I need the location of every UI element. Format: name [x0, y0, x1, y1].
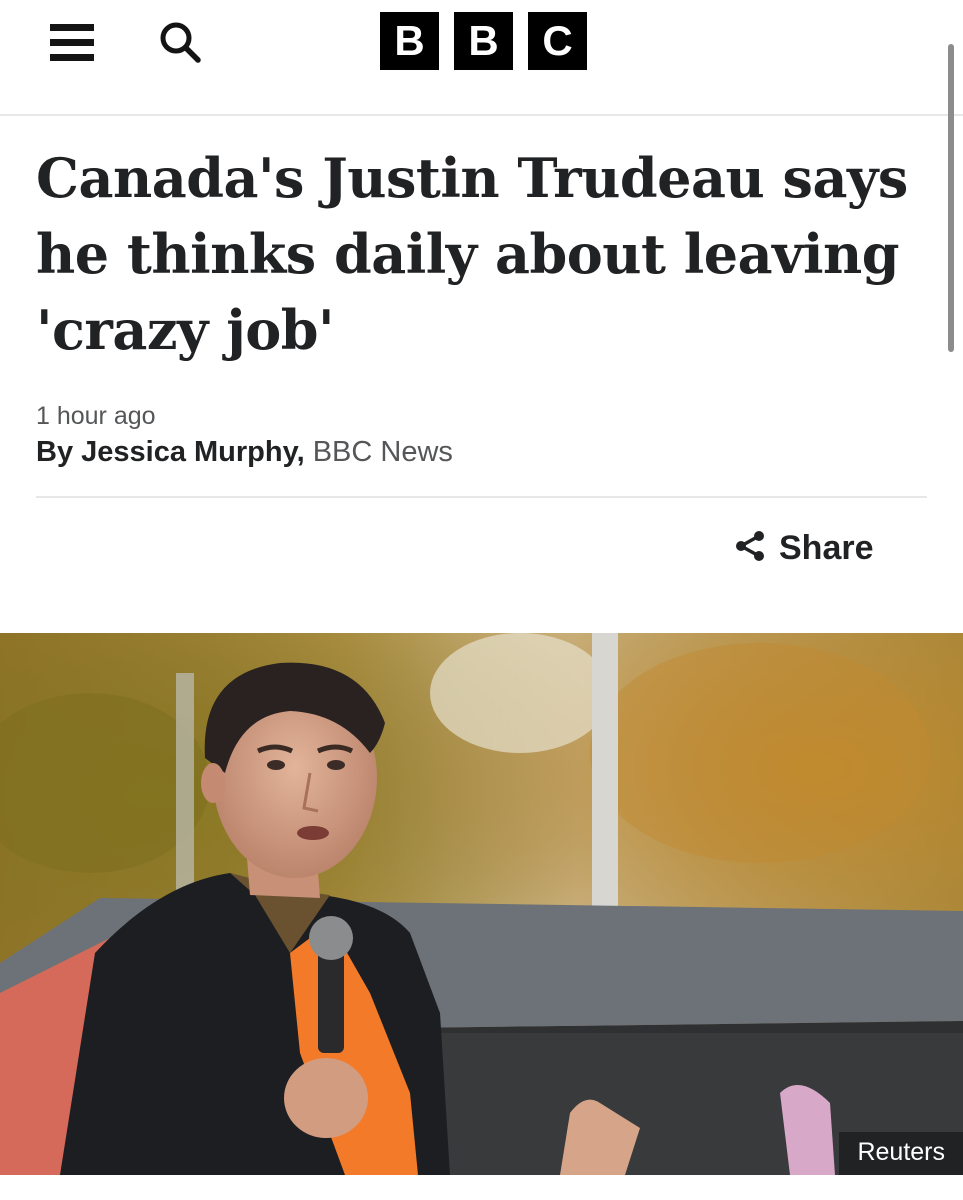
divider — [36, 496, 927, 498]
article-photo — [0, 633, 963, 1175]
article-timestamp: 1 hour ago — [36, 402, 156, 430]
scrollbar[interactable] — [948, 44, 954, 352]
image-credit: Reuters — [839, 1132, 963, 1175]
share-icon — [733, 529, 767, 568]
byline-author: By Jessica Murphy, — [36, 436, 305, 468]
share-label: Share — [779, 528, 874, 567]
top-navigation-bar: B B C — [0, 0, 963, 116]
bbc-logo[interactable]: B B C — [380, 12, 587, 70]
article-byline: By Jessica Murphy, BBC News — [36, 436, 453, 469]
logo-letter: B — [380, 12, 439, 70]
share-button[interactable]: Share — [733, 526, 874, 570]
menu-icon[interactable] — [50, 22, 94, 62]
article-headline: Canada's Justin Trudeau says he thinks d… — [36, 146, 908, 362]
article-image: Reuters — [0, 633, 963, 1175]
search-icon[interactable] — [156, 18, 204, 66]
logo-letter: B — [454, 12, 513, 70]
logo-letter: C — [528, 12, 587, 70]
byline-organisation: BBC News — [312, 436, 453, 468]
